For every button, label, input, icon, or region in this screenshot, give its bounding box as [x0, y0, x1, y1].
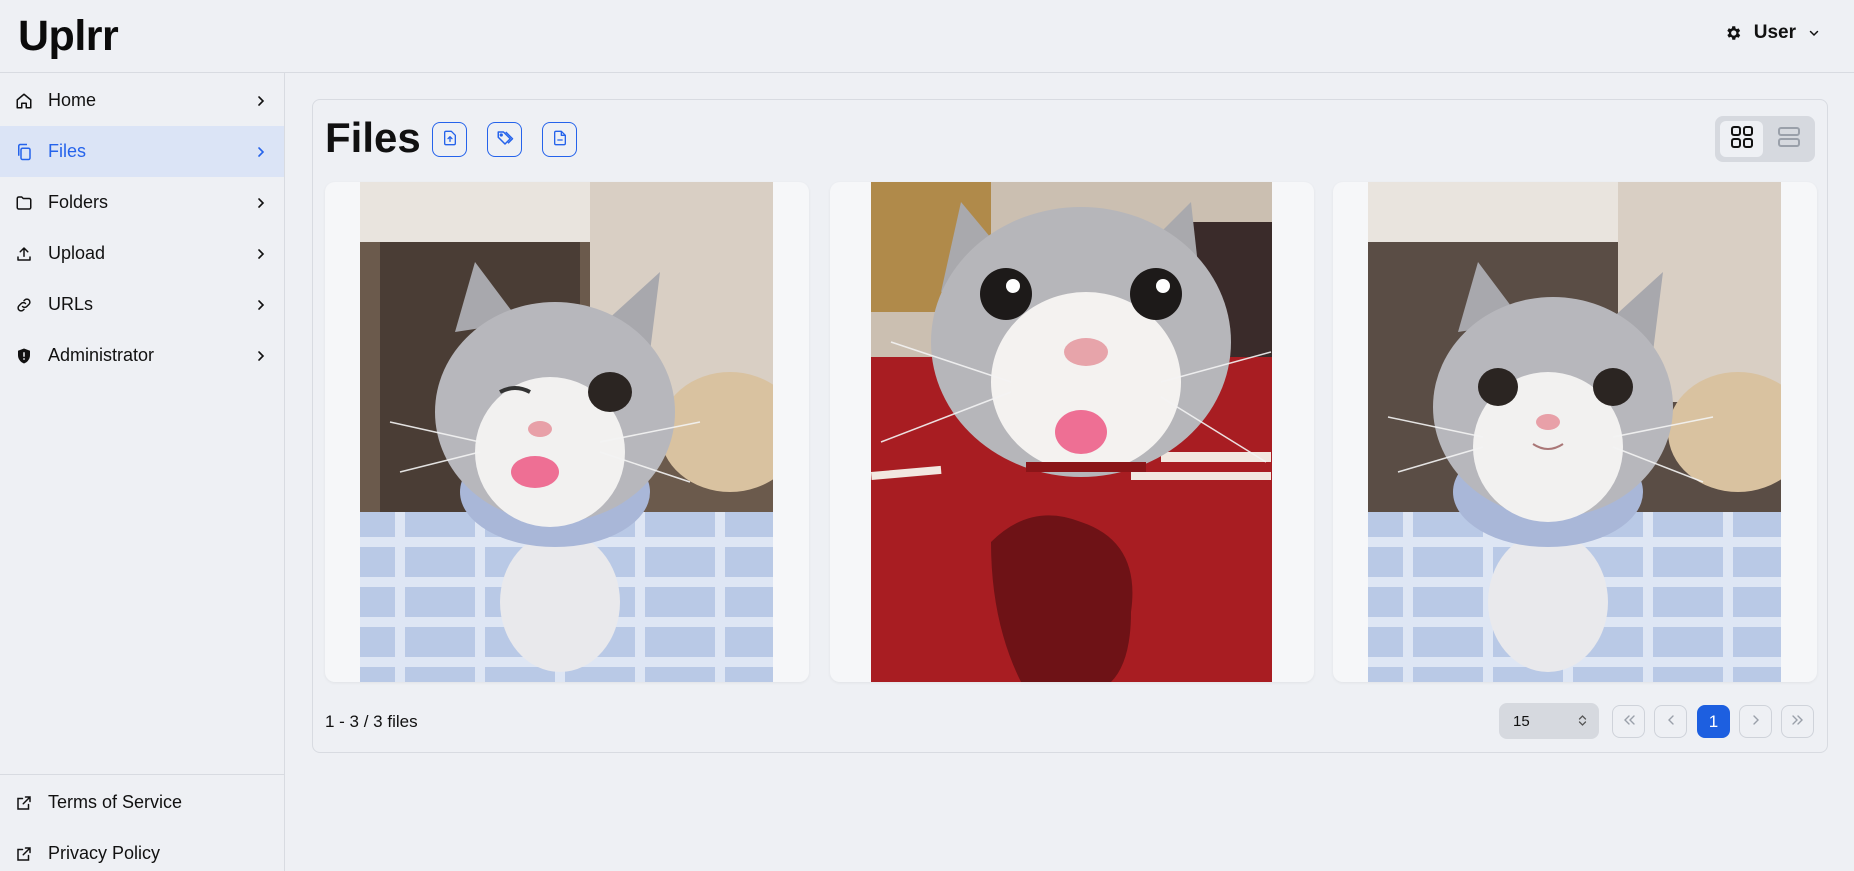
- first-page-button[interactable]: [1612, 705, 1645, 738]
- chevron-right-icon: [256, 145, 266, 163]
- sidebar-item-files[interactable]: Files: [0, 126, 284, 177]
- footer-link-label: Terms of Service: [48, 792, 183, 812]
- sidebar-item-label: Upload: [48, 243, 106, 263]
- upload-file-button[interactable]: [432, 122, 467, 157]
- chevron-down-icon: [1808, 27, 1820, 39]
- sort-arrows-icon: [1578, 714, 1587, 731]
- files-panel: Files 1 - 3 / 3 files 15 1: [312, 99, 1828, 753]
- file-thumbnail: [360, 182, 773, 682]
- app-logo[interactable]: Uplrr: [18, 12, 119, 61]
- external-link-icon: [14, 793, 34, 813]
- file-card[interactable]: [325, 182, 809, 682]
- privacy-policy-link[interactable]: Privacy Policy: [0, 828, 284, 871]
- folder-icon: [14, 193, 34, 213]
- gear-icon: [1724, 24, 1742, 42]
- upload-file-icon: [442, 130, 458, 149]
- list-view-button[interactable]: [1767, 121, 1810, 157]
- sidebar-item-upload[interactable]: Upload: [0, 228, 284, 279]
- sidebar-item-home[interactable]: Home: [0, 75, 284, 126]
- shield-icon: [14, 346, 34, 366]
- sidebar-item-label: URLs: [48, 294, 94, 314]
- upload-icon: [14, 244, 34, 264]
- sidebar-item-label: Home: [48, 90, 97, 110]
- files-icon: [14, 142, 34, 162]
- link-icon: [14, 295, 34, 315]
- chevron-right-icon: [256, 94, 266, 112]
- list-view-icon: [1777, 125, 1801, 154]
- tags-icon: [496, 129, 514, 150]
- chevron-right-icon: [256, 196, 266, 214]
- file-thumbnail: [871, 182, 1272, 682]
- file-button[interactable]: [542, 122, 577, 157]
- file-thumbnail: [1368, 182, 1781, 682]
- home-icon: [14, 91, 34, 111]
- grid-view-icon: [1730, 125, 1754, 154]
- per-page-select[interactable]: 15: [1499, 703, 1599, 739]
- tags-button[interactable]: [487, 122, 522, 157]
- sidebar-item-urls[interactable]: URLs: [0, 279, 284, 330]
- external-link-icon: [14, 844, 34, 864]
- file-icon: [552, 130, 568, 149]
- page-button-current[interactable]: 1: [1697, 705, 1730, 738]
- last-page-button[interactable]: [1781, 705, 1814, 738]
- user-menu-button[interactable]: User: [1724, 22, 1820, 44]
- sidebar-divider: [0, 774, 284, 775]
- sidebar: Home Files Folders Upload URLs Administr…: [0, 73, 285, 871]
- chevron-right-icon: [256, 349, 266, 367]
- previous-page-button[interactable]: [1654, 705, 1687, 738]
- sidebar-item-label: Files: [48, 141, 87, 161]
- chevrons-right-icon: [1791, 713, 1805, 731]
- sidebar-item-label: Administrator: [48, 345, 155, 365]
- view-toggle: [1715, 116, 1815, 162]
- terms-of-service-link[interactable]: Terms of Service: [0, 777, 284, 828]
- footer-link-label: Privacy Policy: [48, 843, 161, 863]
- next-page-button[interactable]: [1739, 705, 1772, 738]
- file-count: 1 - 3 / 3 files: [325, 712, 418, 731]
- file-card[interactable]: [1333, 182, 1817, 682]
- sidebar-item-folders[interactable]: Folders: [0, 177, 284, 228]
- sidebar-item-administrator[interactable]: Administrator: [0, 330, 284, 381]
- chevrons-left-icon: [1622, 713, 1636, 731]
- grid-view-button[interactable]: [1720, 121, 1763, 157]
- chevron-left-icon: [1666, 713, 1676, 731]
- file-card[interactable]: [830, 182, 1314, 682]
- top-header: Uplrr User: [0, 0, 1854, 73]
- chevron-right-icon: [256, 247, 266, 265]
- chevron-right-icon: [1751, 713, 1761, 731]
- sidebar-item-label: Folders: [48, 192, 109, 212]
- page-title: Files: [325, 114, 421, 161]
- chevron-right-icon: [256, 298, 266, 316]
- per-page-value: 15: [1513, 712, 1530, 730]
- user-name: User: [1753, 22, 1796, 43]
